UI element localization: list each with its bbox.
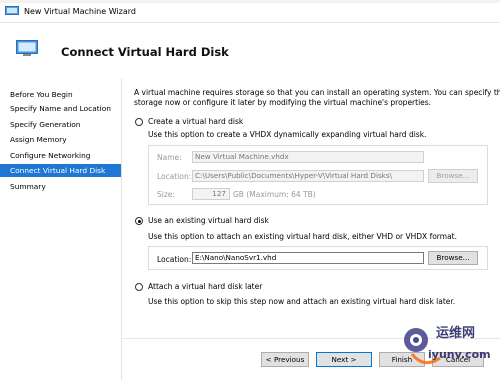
watermark-text-url: iyunv.com xyxy=(428,348,491,361)
create-size-label: Size: xyxy=(157,190,175,199)
nav-item-connect-virtual-hard-disk[interactable]: Connect Virtual Hard Disk xyxy=(0,164,121,177)
attach-later-label[interactable]: Attach a virtual hard disk later xyxy=(148,282,262,291)
intro-text-line1: A virtual machine requires storage so th… xyxy=(134,88,500,97)
create-location-field[interactable]: C:\Users\Public\Documents\Hyper-V\Virtua… xyxy=(192,170,424,182)
virtual-hard-disk-icon xyxy=(16,40,38,56)
wizard-steps-nav: Before You Begin Specify Name and Locati… xyxy=(0,78,122,380)
nav-item-name-and-location[interactable]: Specify Name and Location xyxy=(0,102,121,115)
next-button[interactable]: Next > xyxy=(316,352,372,367)
intro-text-line2: storage now or configure it later by mod… xyxy=(134,98,432,107)
create-location-label: Location: xyxy=(157,172,192,181)
attach-later-radio[interactable] xyxy=(135,283,143,291)
nav-item-summary[interactable]: Summary xyxy=(0,180,121,193)
create-name-field[interactable]: New Virtual Machine.vhdx xyxy=(192,151,424,163)
nav-item-configure-networking[interactable]: Configure Networking xyxy=(0,149,121,162)
window-title: New Virtual Machine Wizard xyxy=(24,7,136,16)
existing-location-label: Location: xyxy=(157,255,192,264)
existing-vhd-group: Location: E:\Nano\NanoSvr1.vhd Browse... xyxy=(148,246,488,270)
create-size-field[interactable]: 127 xyxy=(192,188,230,200)
nav-item-before-you-begin[interactable]: Before You Begin xyxy=(0,88,121,101)
nav-item-assign-memory[interactable]: Assign Memory xyxy=(0,133,121,146)
existing-location-field[interactable]: E:\Nano\NanoSvr1.vhd xyxy=(192,252,424,264)
existing-vhd-label[interactable]: Use an existing virtual hard disk xyxy=(148,216,269,225)
previous-button[interactable]: < Previous xyxy=(261,352,309,367)
create-size-unit: GB (Maximum: 64 TB) xyxy=(233,190,316,199)
create-name-label: Name: xyxy=(157,153,182,162)
page-title: Connect Virtual Hard Disk xyxy=(61,45,229,59)
attach-later-description: Use this option to skip this step now an… xyxy=(148,297,456,306)
watermark-text-cn: 运维网 xyxy=(436,326,476,341)
existing-browse-button[interactable]: Browse... xyxy=(428,251,478,265)
virtual-machine-icon xyxy=(5,6,19,15)
existing-vhd-radio[interactable] xyxy=(135,217,143,225)
watermark-logo: 运维网 iyunv.com xyxy=(400,314,496,374)
create-vhd-label[interactable]: Create a virtual hard disk xyxy=(148,117,243,126)
create-vhd-description: Use this option to create a VHDX dynamic… xyxy=(148,130,427,139)
create-browse-button[interactable]: Browse... xyxy=(428,169,478,183)
create-vhd-radio[interactable] xyxy=(135,118,143,126)
existing-vhd-description: Use this option to attach an existing vi… xyxy=(148,232,457,241)
create-vhd-group: Name: New Virtual Machine.vhdx Location:… xyxy=(148,145,488,205)
nav-item-generation[interactable]: Specify Generation xyxy=(0,118,121,131)
